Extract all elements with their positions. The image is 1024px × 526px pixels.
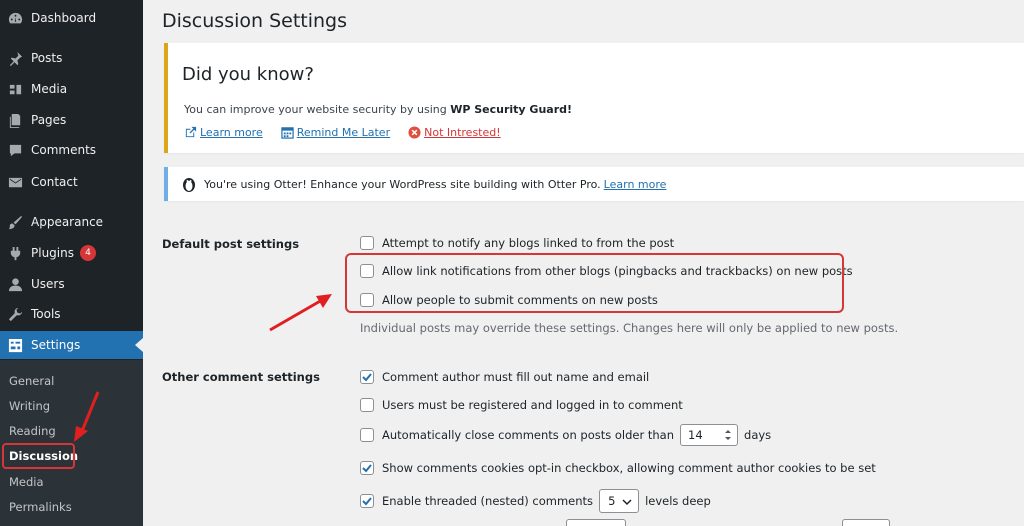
option-notify-blogs[interactable]: Attempt to notify any blogs linked to fr…	[360, 236, 674, 250]
menu-settings[interactable]: Settings	[0, 331, 143, 359]
pin-icon	[7, 50, 23, 66]
checkmark-icon	[362, 497, 372, 506]
comments-icon	[7, 142, 23, 158]
discussion-highlight-box	[2, 443, 75, 469]
partial-select[interactable]	[566, 519, 626, 526]
menu-media[interactable]: Media	[0, 75, 143, 103]
menu-label: Appearance	[31, 215, 104, 229]
checkbox-require-name-email[interactable]	[360, 370, 374, 384]
menu-label: Plugins	[31, 246, 74, 260]
wrench-icon	[7, 306, 23, 322]
menu-label: Contact	[31, 175, 78, 189]
option-require-registration[interactable]: Users must be registered and logged in t…	[360, 398, 683, 412]
submenu-general[interactable]: General	[9, 374, 54, 388]
otter-notice-text: You're using Otter! Enhance your WordPre…	[204, 178, 666, 191]
option-auto-close[interactable]: Automatically close comments on posts ol…	[360, 424, 771, 446]
close-days-value: 14	[688, 428, 703, 442]
menu-label: Dashboard	[31, 11, 97, 25]
menu-pages[interactable]: Pages	[0, 106, 143, 134]
brush-icon	[7, 214, 23, 230]
menu-label: Posts	[31, 51, 63, 65]
notice-actions: Learn more Remind Me Later Not Intrested…	[184, 126, 519, 139]
annotation-arrow-options	[269, 294, 332, 332]
option-threaded-comments[interactable]: Enable threaded (nested) comments 5 leve…	[360, 489, 711, 513]
checkbox-cookies-optin[interactable]	[360, 461, 374, 475]
menu-label: Users	[31, 277, 65, 291]
remind-later-link[interactable]: Remind Me Later	[281, 126, 390, 139]
users-icon	[7, 276, 23, 292]
checkmark-icon	[362, 464, 372, 473]
menu-posts[interactable]: Posts	[0, 44, 143, 72]
chevron-down-icon	[622, 499, 632, 506]
menu-contact[interactable]: Contact	[0, 168, 143, 196]
thread-depth-suffix: levels deep	[645, 494, 711, 508]
option-label: Show comments cookies opt-in checkbox, a…	[382, 461, 876, 475]
settings-icon	[7, 337, 23, 353]
close-days-input[interactable]: 14	[680, 424, 739, 446]
thread-depth-value: 5	[608, 494, 616, 508]
checkbox-threaded-comments[interactable]	[360, 494, 374, 508]
plugin-icon	[7, 245, 23, 261]
stepper-icon[interactable]	[723, 428, 733, 442]
calendar-icon	[281, 127, 294, 139]
menu-tools[interactable]: Tools	[0, 300, 143, 328]
other-comment-settings-label: Other comment settings	[162, 370, 320, 384]
plugins-update-badge: 4	[79, 245, 96, 261]
annotation-arrow-discussion	[74, 391, 100, 442]
media-icon	[7, 81, 23, 97]
checkbox-notify-blogs[interactable]	[360, 236, 374, 250]
thread-depth-select[interactable]: 5	[599, 489, 640, 513]
submenu-writing[interactable]: Writing	[9, 399, 50, 413]
options-highlight-box	[345, 253, 844, 313]
option-cookies-optin[interactable]: Show comments cookies opt-in checkbox, a…	[360, 461, 876, 475]
mail-icon	[7, 174, 23, 190]
otter-text: You're using Otter! Enhance your WordPre…	[204, 177, 601, 191]
menu-label: Media	[31, 82, 68, 96]
dismiss-icon	[408, 126, 421, 139]
otter-notice: You're using Otter! Enhance your WordPre…	[164, 167, 1024, 201]
learn-more-label: Learn more	[200, 126, 263, 139]
notice-text-bold: WP Security Guard!	[450, 103, 573, 116]
submenu-media[interactable]: Media	[9, 475, 44, 489]
option-label: Automatically close comments on posts ol…	[382, 428, 675, 442]
close-days-suffix: days	[744, 428, 772, 442]
pages-icon	[7, 112, 23, 128]
did-you-know-notice: Did you know? You can improve your websi…	[164, 43, 1024, 153]
page-title: Discussion Settings	[162, 10, 348, 32]
option-label: Attempt to notify any blogs linked to fr…	[382, 236, 675, 250]
option-label: Comment author must fill out name and em…	[382, 370, 650, 384]
notice-heading: Did you know?	[182, 64, 314, 85]
menu-comments[interactable]: Comments	[0, 136, 143, 164]
menu-label: Settings	[31, 338, 81, 352]
default-post-settings-label: Default post settings	[162, 237, 300, 251]
checkbox-require-registration[interactable]	[360, 398, 374, 412]
otter-learn-more-link[interactable]: Learn more	[604, 178, 667, 191]
checkbox-auto-close[interactable]	[360, 428, 374, 442]
menu-dashboard[interactable]: Dashboard	[0, 4, 143, 32]
menu-label: Comments	[31, 143, 97, 157]
submenu-reading[interactable]: Reading	[9, 424, 56, 438]
otter-penguin-icon	[183, 178, 195, 192]
notice-text-prefix: You can improve your website security by…	[184, 103, 451, 116]
option-label: Users must be registered and logged in t…	[382, 398, 683, 412]
menu-label: Pages	[31, 113, 67, 127]
option-require-name-email[interactable]: Comment author must fill out name and em…	[360, 370, 649, 384]
not-interested-link[interactable]: Not Intrested!	[408, 126, 501, 139]
submenu-permalinks[interactable]: Permalinks	[9, 500, 72, 514]
option-label: Enable threaded (nested) comments	[382, 494, 594, 508]
not-interested-label: Not Intrested!	[424, 126, 501, 139]
notice-text: You can improve your website security by…	[184, 103, 572, 116]
learn-more-link[interactable]: Learn more	[184, 126, 263, 139]
dashboard-icon	[7, 10, 23, 26]
menu-appearance[interactable]: Appearance	[0, 208, 143, 236]
partial-select[interactable]	[842, 519, 890, 526]
menu-label: Tools	[31, 307, 61, 321]
default-post-description: Individual posts may override these sett…	[360, 321, 899, 335]
menu-plugins[interactable]: Plugins 4	[0, 239, 143, 267]
menu-users[interactable]: Users	[0, 270, 143, 298]
checkmark-icon	[362, 373, 372, 382]
remind-later-label: Remind Me Later	[296, 126, 391, 139]
external-link-icon	[185, 126, 197, 138]
